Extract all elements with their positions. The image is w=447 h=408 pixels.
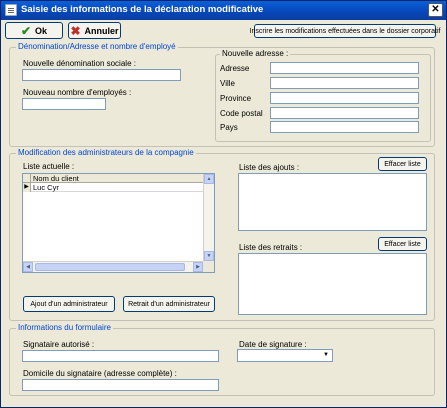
employees-input[interactable] xyxy=(22,98,106,110)
scroll-up-icon[interactable]: ▲ xyxy=(204,174,214,184)
address-label: Adresse xyxy=(220,64,250,73)
horizontal-scrollbar[interactable]: ◀ ▶ xyxy=(23,261,203,272)
province-label: Province xyxy=(220,94,252,103)
removals-list[interactable] xyxy=(238,253,427,315)
close-button[interactable]: ✕ xyxy=(428,3,443,17)
postal-code-input[interactable] xyxy=(270,107,419,119)
remove-admin-button[interactable]: Retrait d'un administrateur xyxy=(123,296,215,312)
row-indicator-icon: ▶ xyxy=(23,183,31,192)
document-icon xyxy=(5,4,17,16)
horizontal-scroll-thumb[interactable] xyxy=(35,263,185,271)
x-icon: ✖ xyxy=(70,23,81,38)
additions-label: Liste des ajouts : xyxy=(239,163,300,172)
scroll-down-icon[interactable]: ▼ xyxy=(204,251,214,261)
scroll-left-icon[interactable]: ◀ xyxy=(23,262,33,272)
scroll-corner xyxy=(203,261,214,272)
additions-list[interactable] xyxy=(238,173,427,231)
address-legend: Nouvelle adresse : xyxy=(220,49,291,58)
check-icon: ✔ xyxy=(20,23,32,38)
signature-date-select[interactable]: ▼ xyxy=(237,349,333,362)
identity-legend: Dénomination/Adresse et nombre d'employé xyxy=(16,42,178,51)
add-admin-button[interactable]: Ajout d'un administrateur xyxy=(23,296,115,312)
province-input[interactable] xyxy=(270,92,419,104)
window-title: Saisie des informations de la déclaratio… xyxy=(21,4,264,15)
signatory-input[interactable] xyxy=(22,350,219,362)
new-name-input[interactable] xyxy=(22,69,181,81)
address-input[interactable] xyxy=(270,62,419,74)
title-bar[interactable]: Saisie des informations de la déclaratio… xyxy=(1,1,446,20)
remove-admin-label: Retrait d'un administrateur xyxy=(128,300,210,308)
postal-code-label: Code postal xyxy=(220,109,263,118)
clear-additions-button[interactable]: Effacer liste xyxy=(378,157,427,171)
form-info-legend: Informations du formulaire xyxy=(16,323,113,332)
grid-column-header[interactable]: Nom du client xyxy=(33,174,79,183)
clear-removals-label: Effacer liste xyxy=(384,240,421,248)
admins-legend: Modification des administrateurs de la c… xyxy=(16,148,196,157)
signatory-label: Signataire autorisé : xyxy=(23,340,95,349)
ok-button[interactable]: ✔ Ok xyxy=(5,22,63,39)
close-icon: ✕ xyxy=(431,4,440,15)
cancel-button-label: Annuler xyxy=(84,25,119,36)
cancel-button[interactable]: ✖ Annuler xyxy=(68,22,121,39)
current-list-label: Liste actuelle : xyxy=(23,162,75,171)
employees-label: Nouveau nombre d'employés : xyxy=(23,88,132,97)
removals-label: Liste des retraits : xyxy=(239,243,303,252)
register-changes-button[interactable]: Inscrire les modifications effectuées da… xyxy=(250,24,440,38)
grid-header: Nom du client xyxy=(23,174,203,183)
clear-additions-label: Effacer liste xyxy=(384,160,421,168)
signature-date-label: Date de signature : xyxy=(239,340,307,349)
clear-removals-button[interactable]: Effacer liste xyxy=(378,237,427,251)
country-label: Pays xyxy=(220,123,238,132)
table-row[interactable]: ▶ Luc Cyr xyxy=(23,183,203,192)
add-admin-label: Ajout d'un administrateur xyxy=(30,300,108,308)
current-admins-grid[interactable]: Nom du client ▶ Luc Cyr ▲ ▼ ◀ ▶ xyxy=(22,173,215,273)
grid-corner xyxy=(23,174,31,183)
vertical-scrollbar[interactable]: ▲ ▼ xyxy=(203,174,214,261)
client-name-cell[interactable]: Luc Cyr xyxy=(33,183,59,192)
domicile-input[interactable] xyxy=(22,379,219,391)
domicile-label: Domicile du signataire (adresse complète… xyxy=(23,369,177,378)
dialog-window: Saisie des informations de la déclaratio… xyxy=(0,0,447,408)
register-changes-label: Inscrire les modifications effectuées da… xyxy=(249,27,441,35)
city-input[interactable] xyxy=(270,77,419,89)
new-name-label: Nouvelle dénomination sociale : xyxy=(23,59,136,68)
scroll-right-icon[interactable]: ▶ xyxy=(193,262,203,272)
chevron-down-icon[interactable]: ▼ xyxy=(321,351,331,360)
ok-button-label: Ok xyxy=(35,25,48,36)
country-input[interactable] xyxy=(270,121,419,133)
city-label: Ville xyxy=(220,79,235,88)
